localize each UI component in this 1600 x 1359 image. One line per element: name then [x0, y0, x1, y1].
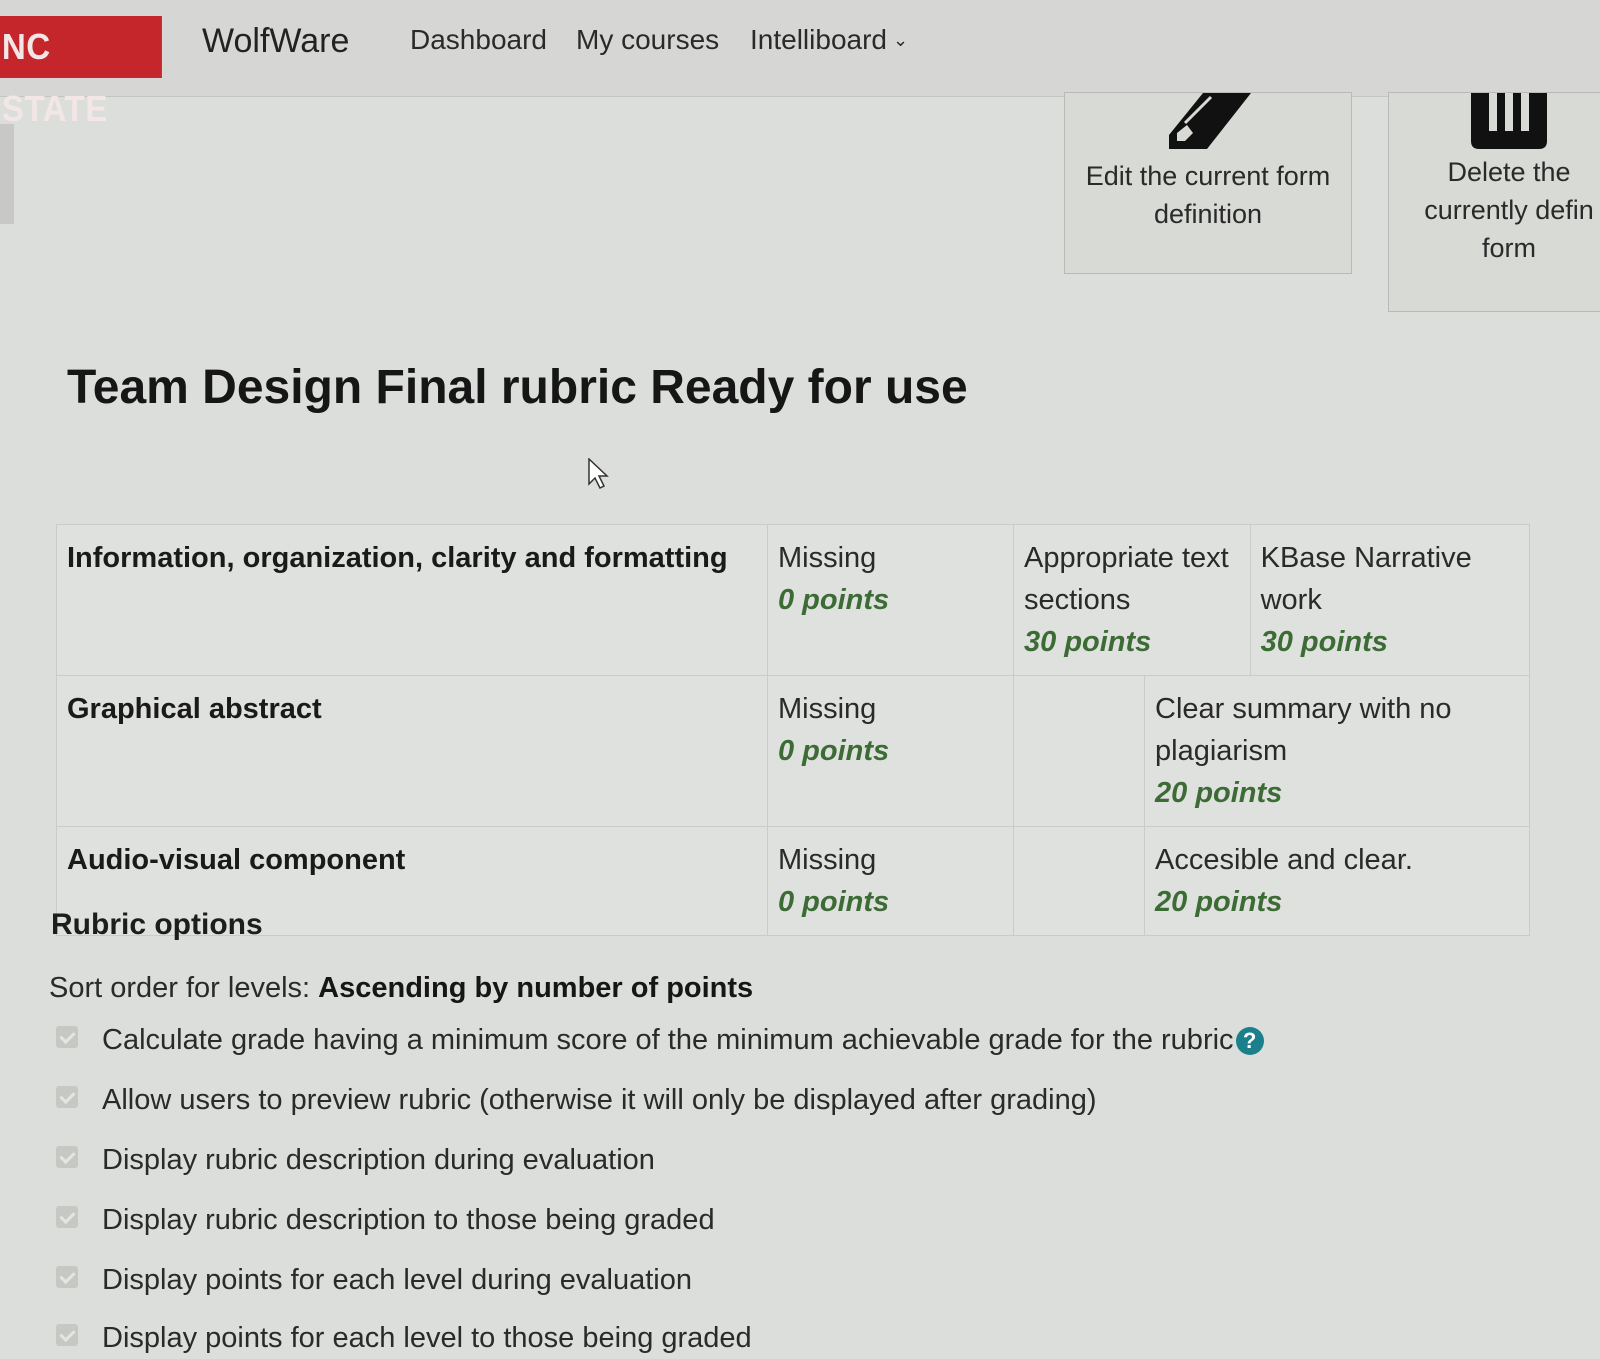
- level-score: 20 points: [1155, 886, 1283, 918]
- option-label: Display rubric description to those bein…: [102, 1204, 715, 1236]
- level-spacer: [1013, 826, 1145, 936]
- sort-order-line: Sort order for levels: Ascending by numb…: [49, 972, 753, 1005]
- option-item: Allow users to preview rubric (otherwise…: [56, 1084, 1096, 1117]
- level-definition: Missing: [778, 542, 877, 574]
- level-score: 0 points: [778, 886, 890, 918]
- mouse-cursor-icon: [588, 458, 609, 490]
- level-cell: Missing 0 points: [767, 675, 1014, 827]
- level-spacer: [1013, 675, 1145, 827]
- chevron-down-icon: ⌄: [892, 30, 909, 50]
- option-checkbox[interactable]: [56, 1146, 78, 1169]
- option-label: Calculate grade having a minimum score o…: [102, 1024, 1234, 1056]
- option-label: Allow users to preview rubric (otherwise…: [102, 1084, 1097, 1116]
- option-item: Display points for each level to those b…: [56, 1322, 752, 1355]
- trash-icon: [1471, 93, 1547, 149]
- delete-form-button[interactable]: Delete the currently defin form: [1388, 92, 1600, 312]
- edit-form-label: Edit the current form definition: [1085, 161, 1331, 229]
- option-item: Display points for each level during eva…: [56, 1264, 692, 1297]
- option-label: Display points for each level during eva…: [102, 1264, 693, 1296]
- page-title: Team Design Final rubric Ready for use: [67, 361, 968, 414]
- option-checkbox[interactable]: [56, 1324, 78, 1347]
- criterion-row: Audio-visual component Missing 0 points …: [56, 826, 1530, 936]
- option-label: Display rubric description during evalua…: [102, 1144, 655, 1176]
- pencil-icon: [1169, 93, 1251, 149]
- level-definition: Missing: [778, 844, 877, 876]
- nav-intelliboard[interactable]: Intelliboard ⌄: [750, 24, 908, 56]
- sort-order-label: Sort order for levels:: [49, 972, 311, 1004]
- nav-my-courses[interactable]: My courses: [576, 24, 719, 56]
- level-score: 0 points: [778, 735, 890, 767]
- top-navbar: NC STATE WolfWare Dashboard My courses I…: [0, 0, 1600, 129]
- option-checkbox[interactable]: [56, 1026, 78, 1049]
- level-score: 30 points: [1260, 626, 1388, 658]
- edit-form-button[interactable]: Edit the current form definition: [1064, 92, 1352, 274]
- level-cell: Missing 0 points: [767, 524, 1014, 676]
- level-definition: Appropriate text sections: [1024, 542, 1229, 616]
- option-checkbox[interactable]: [56, 1266, 78, 1289]
- option-label: Display points for each level to those b…: [102, 1322, 752, 1354]
- level-score: 30 points: [1024, 626, 1152, 658]
- sort-order-value: Ascending by number of points: [318, 972, 754, 1004]
- level-definition: Missing: [778, 693, 877, 725]
- level-cell: KBase Narrative work 30 points: [1249, 524, 1531, 676]
- level-cell: Clear summary with no plagiarism 20 poin…: [1144, 675, 1530, 827]
- level-cell: Missing 0 points: [767, 826, 1014, 936]
- level-cell: Accesible and clear. 20 points: [1144, 826, 1530, 936]
- nav-dashboard[interactable]: Dashboard: [410, 24, 547, 56]
- delete-form-label: Delete the currently defin form: [1424, 157, 1594, 263]
- rubric-options-heading: Rubric options: [51, 908, 263, 941]
- help-icon[interactable]: ?: [1235, 1027, 1264, 1056]
- level-definition: KBase Narrative work: [1260, 542, 1472, 616]
- criterion-row: Information, organization, clarity and f…: [56, 524, 1531, 676]
- level-score: 0 points: [778, 584, 890, 616]
- brand-wolfware[interactable]: WolfWare: [202, 22, 349, 61]
- level-cell: Appropriate text sections 30 points: [1013, 524, 1251, 676]
- option-item: Display rubric description during evalua…: [56, 1144, 655, 1177]
- level-definition: Accesible and clear.: [1155, 844, 1413, 876]
- level-score: 20 points: [1155, 777, 1283, 809]
- nav-intelliboard-label: Intelliboard: [750, 24, 887, 55]
- ncstate-logo[interactable]: NC STATE: [0, 16, 162, 129]
- rubric-table: Information, organization, clarity and f…: [56, 524, 1531, 936]
- option-item: Calculate grade having a minimum score o…: [56, 1024, 1264, 1057]
- option-checkbox[interactable]: [56, 1086, 78, 1109]
- criterion-name: Graphical abstract: [56, 675, 768, 827]
- criterion-name: Information, organization, clarity and f…: [56, 524, 768, 676]
- option-item: Display rubric description to those bein…: [56, 1204, 715, 1237]
- option-checkbox[interactable]: [56, 1206, 78, 1229]
- drawer-toggle[interactable]: [0, 124, 14, 224]
- level-definition: Clear summary with no plagiarism: [1155, 693, 1452, 767]
- criterion-row: Graphical abstract Missing 0 points Clea…: [56, 675, 1530, 827]
